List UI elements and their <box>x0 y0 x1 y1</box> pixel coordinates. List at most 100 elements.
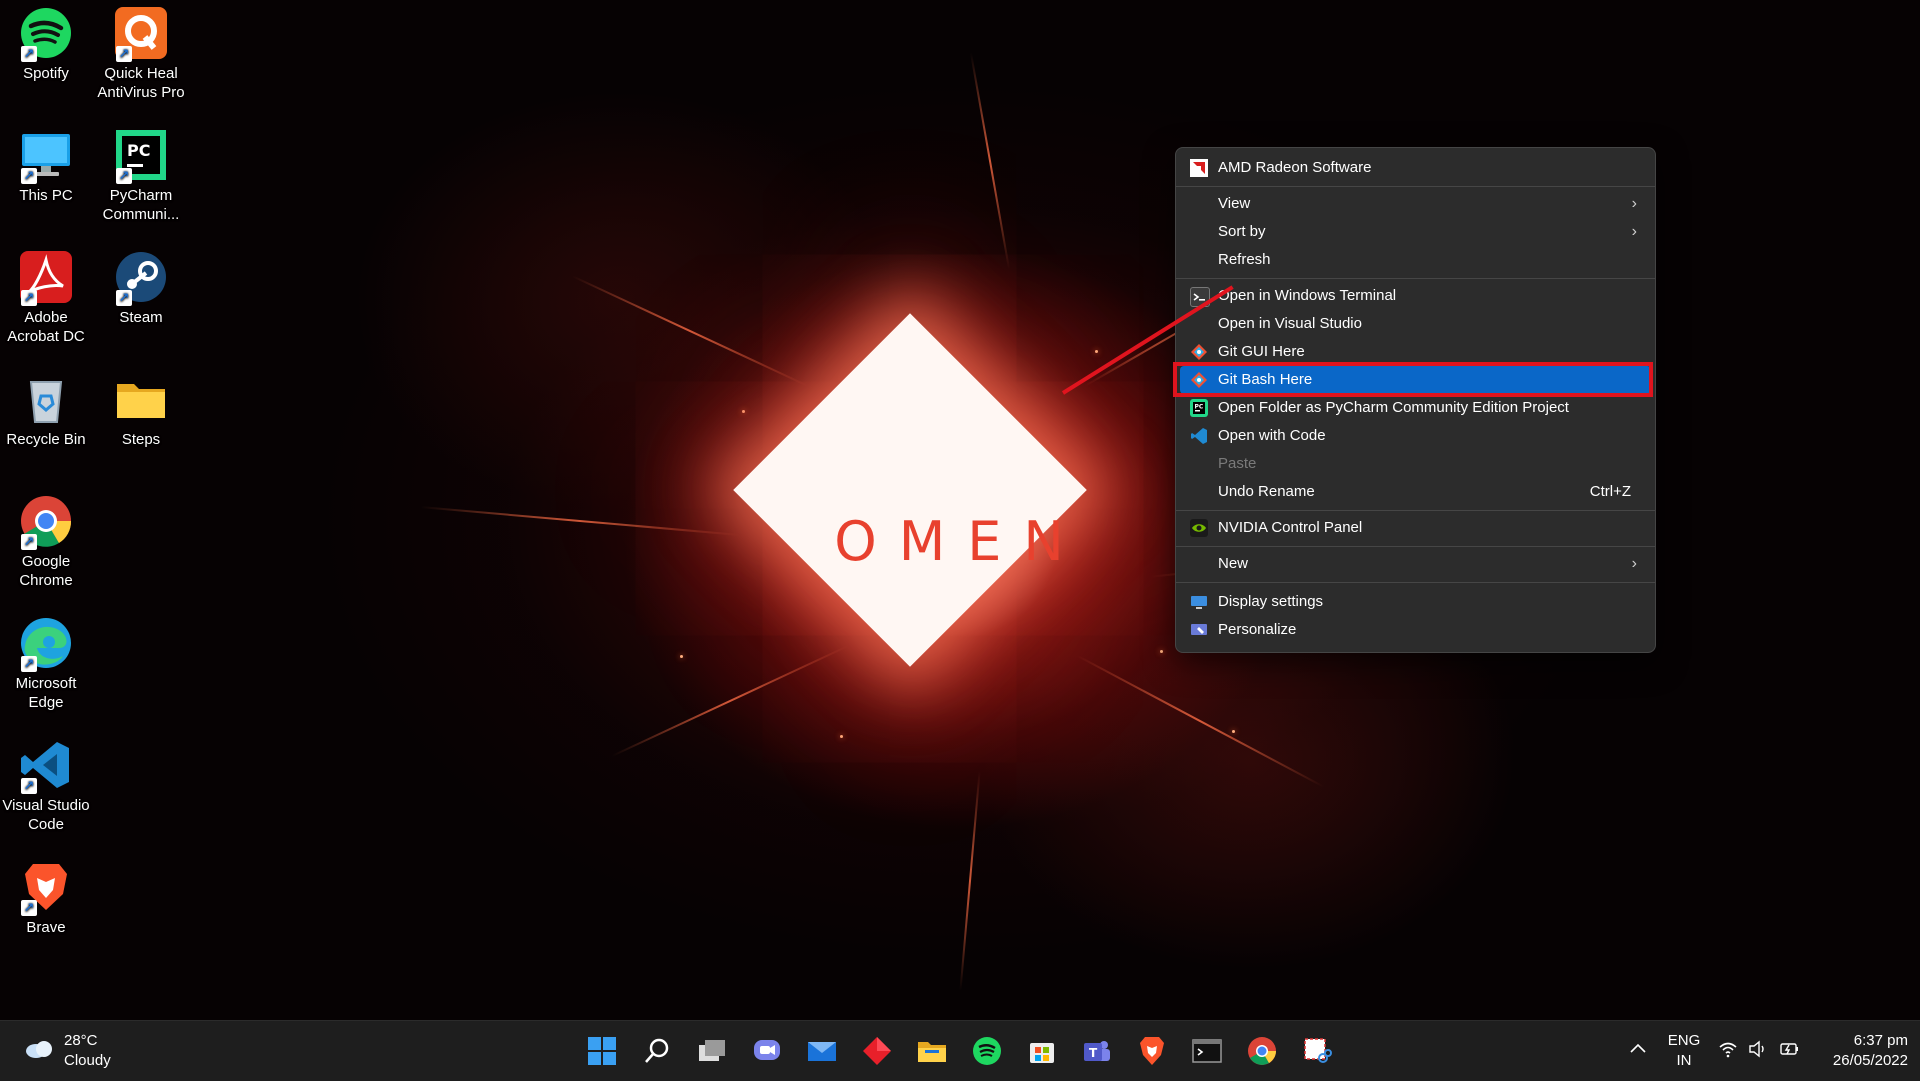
search-button[interactable] <box>637 1031 677 1071</box>
desktop-icon-quick-heal[interactable]: ↗ Quick Heal AntiVirus Pro <box>95 0 187 102</box>
desktop-icon-this-pc[interactable]: ↗ This PC <box>0 122 92 205</box>
brave-icon: ↗ <box>19 860 73 916</box>
store-button[interactable] <box>1022 1031 1062 1071</box>
wallpaper-streak <box>1075 654 1325 788</box>
desktop-icon-label: Steam <box>119 309 163 326</box>
menu-item-nvidia-control-panel[interactable]: NVIDIA Control Panel <box>1180 514 1651 542</box>
desktop-icon-pycharm[interactable]: PC ↗ PyCharm Communi... <box>95 122 187 224</box>
wallpaper-streak <box>571 275 809 387</box>
desktop-icon-label: Recycle Bin <box>6 431 86 448</box>
menu-item-amd-radeon-software[interactable]: AMD Radeon Software <box>1180 154 1651 182</box>
menu-item-label: Undo Rename <box>1218 483 1315 500</box>
menu-item-refresh[interactable]: Refresh <box>1180 246 1651 274</box>
chrome-taskbar-button[interactable] <box>1242 1031 1282 1071</box>
language-region: IN <box>1676 1052 1692 1069</box>
menu-item-label: Git GUI Here <box>1218 343 1305 360</box>
menu-item-sort-by[interactable]: Sort by › <box>1180 218 1651 246</box>
shortcut-arrow-icon: ↗ <box>21 168 37 184</box>
quick-heal-icon: ↗ <box>114 6 168 62</box>
spotify-taskbar-button[interactable] <box>967 1031 1007 1071</box>
omen-logo-text: OMEN <box>834 510 1086 573</box>
desktop-icon-label: Visual Studio Code <box>2 797 90 833</box>
clock-time: 6:37 pm <box>1853 1032 1908 1049</box>
start-button[interactable] <box>582 1031 622 1071</box>
desktop-icon-label: Microsoft Edge <box>15 675 77 711</box>
terminal-taskbar-button[interactable] <box>1187 1031 1227 1071</box>
desktop-icon-label: Adobe Acrobat DC <box>7 309 85 345</box>
wallpaper-streak <box>420 506 740 536</box>
menu-item-label: Open with Code <box>1218 427 1326 444</box>
desktop-icon-recycle-bin[interactable]: Recycle Bin <box>0 366 92 449</box>
shortcut-arrow-icon: ↗ <box>116 168 132 184</box>
desktop-icon-vscode[interactable]: ↗ Visual Studio Code <box>0 732 92 834</box>
wallpaper-streak <box>969 52 1011 270</box>
spotify-icon: ↗ <box>19 6 73 62</box>
desktop-icon-steam[interactable]: ↗ Steam <box>95 244 187 327</box>
chevron-right-icon: › <box>1631 555 1637 572</box>
desktop-icon-label: This PC <box>19 187 73 204</box>
menu-item-display-settings[interactable]: Display settings <box>1180 588 1651 616</box>
nvidia-icon <box>1190 519 1208 537</box>
store-icon <box>1030 1043 1054 1063</box>
menu-separator <box>1176 186 1655 187</box>
mail-icon <box>808 1042 836 1061</box>
menu-item-label: Open Folder as PyCharm Community Edition… <box>1218 399 1569 416</box>
desktop-icon-steps[interactable]: Steps <box>95 366 187 449</box>
this-pc-icon: ↗ <box>19 128 73 184</box>
brave-taskbar-button[interactable] <box>1132 1031 1172 1071</box>
wallpaper-streak <box>959 771 981 991</box>
show-hidden-icons-button[interactable] <box>1628 1039 1648 1063</box>
amd-radeon-icon <box>1190 159 1208 177</box>
menu-item-view[interactable]: View › <box>1180 190 1651 218</box>
file-explorer-button[interactable] <box>912 1031 952 1071</box>
desktop-icon-spotify[interactable]: ↗ Spotify <box>0 0 92 83</box>
menu-item-open-in-visual-studio[interactable]: Open in Visual Studio <box>1180 310 1651 338</box>
chevron-right-icon: › <box>1631 195 1637 212</box>
system-tray-status[interactable] <box>1718 1039 1800 1063</box>
red-diamond-app-button[interactable] <box>857 1031 897 1071</box>
language-indicator[interactable]: ENG IN <box>1662 1031 1706 1071</box>
snipping-tool-button[interactable] <box>1297 1031 1337 1071</box>
recycle-bin-icon <box>19 372 73 426</box>
desktop-icon-label: Spotify <box>23 65 69 82</box>
menu-item-open-with-code[interactable]: Open with Code <box>1180 422 1651 450</box>
desktop-icon-google-chrome[interactable]: ↗ Google Chrome <box>0 488 92 590</box>
teams-button[interactable]: T <box>1077 1031 1117 1071</box>
shortcut-arrow-icon: ↗ <box>21 900 37 916</box>
menu-item-undo-rename[interactable]: Undo Rename Ctrl+Z <box>1180 478 1651 506</box>
file-explorer-icon <box>918 1042 946 1062</box>
annotation-highlight-box <box>1173 362 1653 397</box>
shortcut-arrow-icon: ↗ <box>21 534 37 550</box>
vscode-icon <box>1190 427 1208 445</box>
chrome-icon: ↗ <box>19 494 73 550</box>
menu-item-open-in-windows-terminal[interactable]: Open in Windows Terminal <box>1180 282 1651 310</box>
shortcut-arrow-icon: ↗ <box>21 656 37 672</box>
chevron-right-icon: › <box>1631 223 1637 240</box>
chat-button[interactable] <box>747 1031 787 1071</box>
task-view-button[interactable] <box>692 1031 732 1071</box>
steam-icon: ↗ <box>114 250 168 306</box>
clock[interactable]: 6:37 pm 26/05/2022 <box>1808 1031 1908 1071</box>
desktop-context-menu: AMD Radeon Software View › Sort by › Ref… <box>1175 147 1656 653</box>
mail-button[interactable] <box>802 1031 842 1071</box>
pycharm-icon: PC ↗ <box>114 128 168 184</box>
menu-separator <box>1176 510 1655 511</box>
chat-icon <box>754 1040 780 1060</box>
teams-icon: T <box>1084 1041 1110 1061</box>
menu-item-personalize[interactable]: Personalize <box>1180 616 1651 644</box>
menu-item-new[interactable]: New › <box>1180 550 1651 578</box>
snipping-tool-icon <box>1304 1038 1332 1063</box>
vscode-icon: ↗ <box>19 738 73 794</box>
menu-item-shortcut: Ctrl+Z <box>1589 483 1631 500</box>
battery-charging-icon <box>1780 1043 1798 1055</box>
desktop-icon-microsoft-edge[interactable]: ↗ Microsoft Edge <box>0 610 92 712</box>
desktop-icon-adobe-acrobat[interactable]: ↗ Adobe Acrobat DC <box>0 244 92 346</box>
svg-text:T: T <box>1089 1046 1098 1060</box>
menu-item-paste[interactable]: Paste <box>1180 450 1651 478</box>
menu-item-open-folder-as-pycharm-project[interactable]: PC Open Folder as PyCharm Community Edit… <box>1180 394 1651 422</box>
desktop-icon-brave[interactable]: ↗ Brave <box>0 854 92 937</box>
menu-item-label: Paste <box>1218 455 1257 472</box>
menu-item-label: New <box>1218 555 1249 572</box>
wallpaper-streak <box>611 645 849 757</box>
cloud-icon <box>26 1041 52 1058</box>
